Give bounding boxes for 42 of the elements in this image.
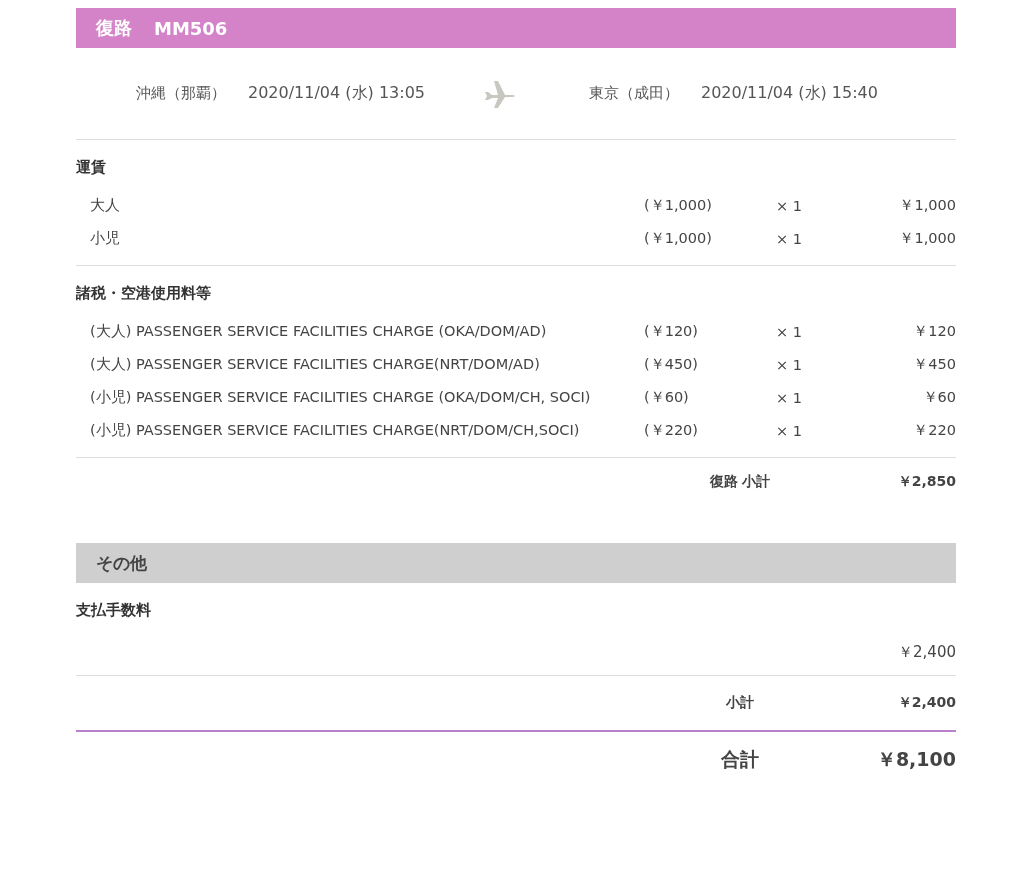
unit-price: (￥60): [644, 388, 690, 407]
quantity: × 1: [776, 323, 803, 340]
item-amount: ￥220: [912, 421, 956, 440]
subtotal-label: 復路 小計: [708, 473, 772, 491]
section-header-title: その他: [96, 551, 147, 575]
subtotal-amount: ￥2,850: [896, 473, 956, 491]
unit-price: (￥1,000): [644, 196, 713, 215]
subtotal-label: 小計: [725, 694, 755, 712]
item-amount: ￥1,000: [898, 229, 956, 248]
item-name: 大人: [90, 196, 121, 215]
unit-price: (￥1,000): [644, 229, 713, 248]
unit-price: (￥450): [644, 355, 699, 374]
item-amount: ￥1,000: [898, 196, 956, 215]
item-amount: ￥450: [912, 355, 956, 374]
total-amount: ￥8,100: [875, 747, 956, 772]
airplane-icon: [483, 78, 517, 109]
subtotal-amount: ￥2,400: [896, 694, 956, 712]
item-name: (大人) PASSENGER SERVICE FACILITIES CHARGE (OKA/DOM/AD): [90, 322, 548, 341]
direction-label: 復路: [96, 16, 132, 40]
arrival-airport: 東京（成田）: [589, 84, 679, 103]
section-title: 諸税・空港使用料等: [76, 284, 212, 303]
item-name: (小児) PASSENGER SERVICE FACILITIES CHARGE(NRT/DOM/CH,SOCI): [90, 421, 581, 440]
departure-airport: 沖縄（那覇）: [136, 84, 226, 103]
quantity: × 1: [776, 389, 803, 406]
item-amount: ￥120: [912, 322, 956, 341]
item-name: (大人) PASSENGER SERVICE FACILITIES CHARGE(NRT/DOM/AD): [90, 355, 541, 374]
unit-price: (￥220): [644, 421, 699, 440]
fee-amount: ￥2,400: [898, 643, 956, 662]
quantity: × 1: [776, 356, 803, 373]
total-label: 合計: [720, 747, 760, 772]
quantity: × 1: [776, 422, 803, 439]
arrival-time: 2020/11/04 (水) 15:40: [701, 83, 878, 104]
unit-price: (￥120): [644, 322, 699, 341]
quantity: × 1: [776, 230, 803, 247]
quantity: × 1: [776, 197, 803, 214]
item-name: (小児) PASSENGER SERVICE FACILITIES CHARGE (OKA/DOM/CH, SOCI): [90, 388, 592, 407]
flight-number: MM506: [154, 17, 228, 39]
item-name: 小児: [90, 229, 121, 248]
section-title: 支払手数料: [76, 601, 152, 620]
section-title: 運賃: [76, 158, 107, 177]
item-amount: ￥60: [921, 388, 956, 407]
departure-time: 2020/11/04 (水) 13:05: [248, 83, 425, 104]
